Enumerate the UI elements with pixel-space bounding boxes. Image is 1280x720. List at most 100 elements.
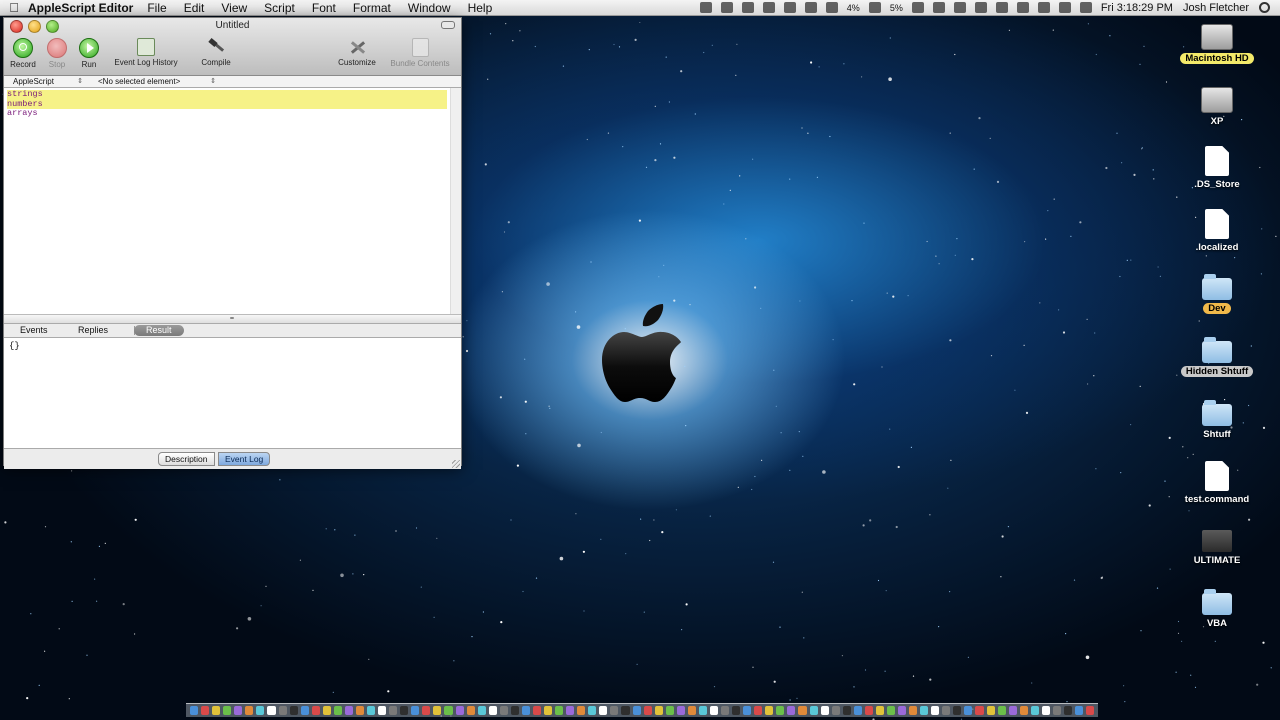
dock-app-icon[interactable] xyxy=(577,706,586,715)
dock-app-icon[interactable] xyxy=(842,706,851,715)
dock-app-icon[interactable] xyxy=(898,706,907,715)
dock-app-icon[interactable] xyxy=(444,706,453,715)
desktop-item-ultimate[interactable]: ULTIMATE xyxy=(1172,524,1262,566)
dock-app-icon[interactable] xyxy=(754,706,763,715)
u-icon[interactable] xyxy=(783,2,796,13)
dock-app-icon[interactable] xyxy=(997,706,1006,715)
dock-app-icon[interactable] xyxy=(831,706,840,715)
dock-app-icon[interactable] xyxy=(190,706,199,715)
result-pane[interactable]: {} xyxy=(4,338,461,448)
dock-app-icon[interactable] xyxy=(488,706,497,715)
user-menu[interactable]: Josh Fletcher xyxy=(1183,2,1249,14)
resize-grip-icon[interactable] xyxy=(452,460,460,468)
dock-app-icon[interactable] xyxy=(344,706,353,715)
script-editor[interactable]: strings numbers arrays xyxy=(4,88,461,315)
dock-app-icon[interactable] xyxy=(875,706,884,715)
dock-app-icon[interactable] xyxy=(566,706,575,715)
dock-app-icon[interactable] xyxy=(477,706,486,715)
dock-app-icon[interactable] xyxy=(1052,706,1061,715)
dock-app-icon[interactable] xyxy=(1008,706,1017,715)
dock-app-icon[interactable] xyxy=(621,706,630,715)
dock-app-icon[interactable] xyxy=(289,706,298,715)
dock-app-icon[interactable] xyxy=(455,706,464,715)
menu-edit[interactable]: Edit xyxy=(184,1,205,15)
dock-app-icon[interactable] xyxy=(886,706,895,715)
dock-app-icon[interactable] xyxy=(510,706,519,715)
code-line[interactable]: numbers xyxy=(7,99,447,109)
dock-app-icon[interactable] xyxy=(820,706,829,715)
dock-app-icon[interactable] xyxy=(853,706,862,715)
tab-replies[interactable]: Replies xyxy=(78,325,108,336)
volume-icon[interactable] xyxy=(1058,2,1071,13)
tools-icon[interactable] xyxy=(825,2,838,13)
dock-app-icon[interactable] xyxy=(864,706,873,715)
quicksilver-icon[interactable] xyxy=(720,2,733,13)
dock-app-icon[interactable] xyxy=(1063,706,1072,715)
dock-app-icon[interactable] xyxy=(743,706,752,715)
dock-app-icon[interactable] xyxy=(765,706,774,715)
dock-app-icon[interactable] xyxy=(267,706,276,715)
bluetooth-icon[interactable] xyxy=(1016,2,1029,13)
dock-app-icon[interactable] xyxy=(521,706,530,715)
spotlight-search-icon[interactable] xyxy=(1259,2,1270,13)
timer-icon[interactable] xyxy=(932,2,945,13)
dock-app-icon[interactable] xyxy=(389,706,398,715)
dock-app-icon[interactable] xyxy=(532,706,541,715)
dock-app-icon[interactable] xyxy=(1019,706,1028,715)
event-log-button[interactable]: Event Log xyxy=(218,452,271,466)
dock-app-icon[interactable] xyxy=(599,706,608,715)
dock-app-icon[interactable] xyxy=(709,706,718,715)
run-button[interactable]: Run xyxy=(75,38,103,69)
dock-app-icon[interactable] xyxy=(1075,706,1084,715)
dock-app-icon[interactable] xyxy=(588,706,597,715)
time-machine-icon[interactable] xyxy=(953,2,966,13)
script-menu-icon[interactable] xyxy=(762,2,775,13)
dock-app-icon[interactable] xyxy=(212,706,221,715)
app-menu[interactable]: AppleScript Editor xyxy=(28,1,133,15)
dock-app-icon[interactable] xyxy=(809,706,818,715)
desktop-item-xp[interactable]: XP xyxy=(1172,83,1262,127)
sync-icon[interactable] xyxy=(995,2,1008,13)
menu-format[interactable]: Format xyxy=(353,1,391,15)
tab-result[interactable]: Result xyxy=(134,325,184,336)
toolbar-toggle-button[interactable] xyxy=(441,21,455,29)
record-button[interactable]: Record xyxy=(8,38,38,69)
dock-app-icon[interactable] xyxy=(654,706,663,715)
dock-app-icon[interactable] xyxy=(632,706,641,715)
element-popup[interactable]: <No selected element> ⇕ xyxy=(98,76,218,87)
dock-app-icon[interactable] xyxy=(610,706,619,715)
tab-events[interactable]: Events xyxy=(20,325,48,336)
dock-app-icon[interactable] xyxy=(975,706,984,715)
dock-app-icon[interactable] xyxy=(300,706,309,715)
dock-app-icon[interactable] xyxy=(555,706,564,715)
compile-button[interactable]: Compile xyxy=(196,38,236,67)
dock-app-icon[interactable] xyxy=(411,706,420,715)
recycle-icon[interactable] xyxy=(741,2,754,13)
dock-app-icon[interactable] xyxy=(986,706,995,715)
dock-app-icon[interactable] xyxy=(931,706,940,715)
menu-help[interactable]: Help xyxy=(468,1,493,15)
flag-icon[interactable] xyxy=(1079,2,1092,13)
dock-app-icon[interactable] xyxy=(422,706,431,715)
customize-button[interactable]: Customize xyxy=(334,38,380,67)
dock-app-icon[interactable] xyxy=(223,706,232,715)
dock-app-icon[interactable] xyxy=(433,706,442,715)
dock-app-icon[interactable] xyxy=(1086,706,1095,715)
desktop-item-vba[interactable]: VBA xyxy=(1172,587,1262,629)
desktop-item-ds-store[interactable]: .DS_Store xyxy=(1172,146,1262,190)
code-line[interactable]: strings xyxy=(7,89,447,100)
pane-splitter[interactable] xyxy=(4,315,461,324)
dock-app-icon[interactable] xyxy=(953,706,962,715)
menu-window[interactable]: Window xyxy=(408,1,451,15)
description-button[interactable]: Description xyxy=(158,452,215,466)
menu-font[interactable]: Font xyxy=(312,1,336,15)
dock-app-icon[interactable] xyxy=(1041,706,1050,715)
bundle-contents-button[interactable]: Bundle Contents xyxy=(384,38,456,68)
dock-app-icon[interactable] xyxy=(732,706,741,715)
dock-app-icon[interactable] xyxy=(278,706,287,715)
menu-file[interactable]: File xyxy=(147,1,166,15)
event-log-history-button[interactable]: Event Log History xyxy=(106,38,186,67)
menu-view[interactable]: View xyxy=(221,1,247,15)
dock-app-icon[interactable] xyxy=(698,706,707,715)
dock-app-icon[interactable] xyxy=(311,706,320,715)
